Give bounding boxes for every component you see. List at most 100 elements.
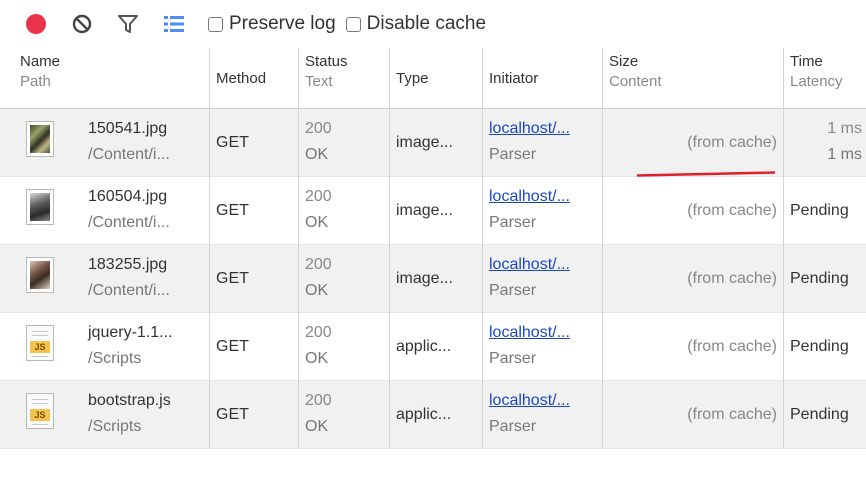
name-cell[interactable]: JS bootstrap.js /Scripts	[0, 381, 210, 449]
size-cell: (from cache)	[603, 313, 784, 381]
time-cell: Pending	[790, 270, 849, 287]
preserve-log-box[interactable]	[208, 16, 223, 32]
request-path: /Content/i...	[88, 146, 170, 163]
status-code: 200	[305, 120, 332, 137]
name-cell[interactable]: 160504.jpg /Content/i...	[0, 177, 210, 245]
latency-value: 1 ms	[827, 146, 862, 163]
name-cell[interactable]: JS jquery-1.1... /Scripts	[0, 313, 210, 381]
status-cell: 200 OK	[299, 177, 390, 245]
column-title: Method	[216, 69, 267, 87]
status-cell: 200 OK	[299, 381, 390, 449]
table-header: Name Path Method Status Text Type Initia…	[0, 48, 866, 109]
initiator-type: Parser	[489, 418, 537, 435]
request-path: /Scripts	[88, 350, 142, 367]
column-header-method[interactable]: Method	[210, 48, 299, 109]
status-cell: 200 OK	[299, 109, 390, 177]
request-name: jquery-1.1...	[88, 324, 173, 341]
request-path: /Content/i...	[88, 282, 170, 299]
type-cell: image...	[390, 109, 483, 177]
table-row[interactable]: 160504.jpg /Content/i... GET 200 OK imag…	[0, 177, 866, 245]
time-cell: Pending	[790, 338, 849, 355]
status-cell: 200 OK	[299, 313, 390, 381]
request-path: /Scripts	[88, 418, 142, 435]
request-name: 160504.jpg	[88, 188, 168, 205]
size-value: (from cache)	[687, 270, 777, 287]
initiator-type: Parser	[489, 282, 537, 299]
initiator-link[interactable]: localhost/...	[489, 390, 598, 412]
column-subtitle: Path	[20, 73, 51, 90]
status-code: 200	[305, 324, 332, 341]
disable-cache-label: Disable cache	[366, 13, 487, 34]
status-text: OK	[305, 282, 329, 299]
method-cell: GET	[210, 245, 299, 313]
size-cell: (from cache)	[603, 245, 784, 313]
preserve-log-checkbox[interactable]: Preserve log	[208, 13, 336, 35]
photo-thumbnail-icon	[26, 121, 54, 157]
type-cell: image...	[390, 177, 483, 245]
initiator-link[interactable]: localhost/...	[489, 254, 598, 276]
network-toolbar: Preserve log Disable cache	[0, 0, 866, 48]
column-header-name[interactable]: Name Path	[0, 48, 210, 109]
initiator-type: Parser	[489, 350, 537, 367]
initiator-cell: localhost/... Parser	[483, 313, 603, 381]
initiator-link[interactable]: localhost/...	[489, 118, 598, 140]
table-row[interactable]: 183255.jpg /Content/i... GET 200 OK imag…	[0, 245, 866, 313]
initiator-link[interactable]: localhost/...	[489, 322, 598, 344]
request-name: bootstrap.js	[88, 392, 171, 409]
column-header-time[interactable]: Time Latency	[784, 48, 866, 109]
initiator-cell: localhost/... Parser	[483, 381, 603, 449]
size-cell: (from cache)	[603, 381, 784, 449]
photo-thumbnail-icon	[26, 257, 54, 293]
type-cell: applic...	[390, 381, 483, 449]
time-cell: Pending	[790, 406, 849, 423]
size-cell: (from cache)	[603, 177, 784, 245]
filter-icon[interactable]	[116, 12, 140, 36]
column-subtitle: Text	[305, 73, 333, 90]
status-code: 200	[305, 188, 332, 205]
disable-cache-checkbox[interactable]: Disable cache	[345, 13, 487, 35]
record-dot-icon[interactable]	[24, 12, 48, 36]
column-subtitle: Latency	[790, 73, 843, 90]
column-subtitle: Content	[609, 73, 662, 90]
method-cell: GET	[210, 313, 299, 381]
js-file-icon: JS	[26, 393, 54, 429]
column-title: Status	[305, 53, 348, 70]
type-cell: applic...	[390, 313, 483, 381]
size-value: (from cache)	[687, 406, 777, 423]
table-row[interactable]: 150541.jpg /Content/i... GET 200 OK imag…	[0, 109, 866, 177]
column-title: Time	[790, 53, 823, 70]
request-path: /Content/i...	[88, 214, 170, 231]
size-value: (from cache)	[687, 338, 777, 355]
initiator-type: Parser	[489, 214, 537, 231]
column-title: Initiator	[489, 69, 539, 87]
status-text: OK	[305, 146, 329, 163]
disable-cache-box[interactable]	[345, 16, 361, 32]
list-view-icon[interactable]	[162, 12, 186, 36]
initiator-cell: localhost/... Parser	[483, 109, 603, 177]
clear-icon[interactable]	[70, 12, 94, 36]
time-value: 1 ms	[827, 120, 862, 137]
initiator-cell: localhost/... Parser	[483, 177, 603, 245]
name-cell[interactable]: 183255.jpg /Content/i...	[0, 245, 210, 313]
status-text: OK	[305, 418, 329, 435]
table-row[interactable]: JS bootstrap.js /Scripts GET 200 OK appl…	[0, 381, 866, 449]
status-text: OK	[305, 350, 329, 367]
size-cell: (from cache)	[603, 109, 784, 177]
initiator-link[interactable]: localhost/...	[489, 186, 598, 208]
column-header-size[interactable]: Size Content	[603, 48, 784, 109]
js-badge: JS	[30, 409, 50, 421]
name-cell[interactable]: 150541.jpg /Content/i...	[0, 109, 210, 177]
column-header-status[interactable]: Status Text	[299, 48, 390, 109]
column-title: Size	[609, 53, 639, 70]
type-cell: image...	[390, 245, 483, 313]
column-header-initiator[interactable]: Initiator	[483, 48, 603, 109]
column-header-type[interactable]: Type	[390, 48, 483, 109]
time-cell: Pending	[790, 202, 849, 219]
initiator-cell: localhost/... Parser	[483, 245, 603, 313]
table-row[interactable]: JS jquery-1.1... /Scripts GET 200 OK app…	[0, 313, 866, 381]
js-file-icon: JS	[26, 325, 54, 361]
preserve-log-label: Preserve log	[229, 13, 336, 34]
status-code: 200	[305, 256, 332, 273]
size-value: (from cache)	[687, 134, 777, 151]
column-title: Type	[396, 69, 429, 87]
